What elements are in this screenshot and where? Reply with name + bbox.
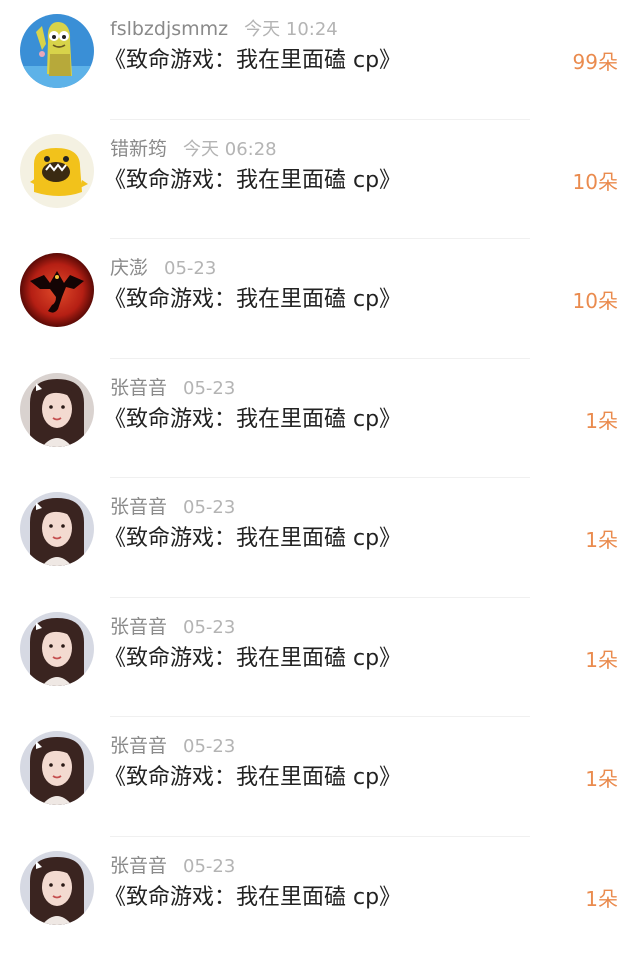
flower-count: 10朵 xyxy=(573,287,618,315)
list-item[interactable]: 张音音 05-23 《致命游戏：我在里面磕 cp》 1朵 xyxy=(0,837,640,956)
username[interactable]: 错新筠 xyxy=(110,138,167,160)
girl-photo-avatar-icon[interactable] xyxy=(20,373,94,447)
girl-photo-avatar-icon[interactable] xyxy=(20,731,94,805)
flower-count: 1朵 xyxy=(585,646,618,674)
username[interactable]: 张音音 xyxy=(110,616,167,638)
work-title[interactable]: 《致命游戏：我在里面磕 cp》 xyxy=(104,644,401,674)
work-title[interactable]: 《致命游戏：我在里面磕 cp》 xyxy=(104,405,401,435)
timestamp: 05-23 xyxy=(183,736,235,757)
item-meta: 张音音 05-23 xyxy=(110,614,235,640)
work-title[interactable]: 《致命游戏：我在里面磕 cp》 xyxy=(104,883,401,913)
timestamp: 05-23 xyxy=(183,378,235,399)
timestamp: 今天 10:24 xyxy=(244,19,338,40)
username[interactable]: 张音音 xyxy=(110,377,167,399)
flower-count: 10朵 xyxy=(573,168,618,196)
list-item[interactable]: 张音音 05-23 《致命游戏：我在里面磕 cp》 1朵 xyxy=(0,478,640,598)
username[interactable]: 张音音 xyxy=(110,496,167,518)
item-meta: fslbzdjsmmz 今天 10:24 xyxy=(110,16,338,42)
flower-count: 1朵 xyxy=(585,885,618,913)
flower-count: 1朵 xyxy=(585,407,618,435)
girl-photo-avatar-icon[interactable] xyxy=(20,612,94,686)
flower-count: 1朵 xyxy=(585,526,618,554)
timestamp: 05-23 xyxy=(164,258,216,279)
flower-count: 99朵 xyxy=(573,48,618,76)
timestamp: 05-23 xyxy=(183,856,235,877)
list-item[interactable]: 张音音 05-23 《致命游戏：我在里面磕 cp》 1朵 xyxy=(0,717,640,837)
cartoon-sponge-avatar-icon[interactable] xyxy=(20,14,94,88)
girl-photo-avatar-icon[interactable] xyxy=(20,492,94,566)
gift-record-list: fslbzdjsmmz今天 10:24 《致命游戏：我在里面磕 cp》 99朵 … xyxy=(0,0,640,956)
timestamp: 05-23 xyxy=(183,497,235,518)
flower-count: 1朵 xyxy=(585,765,618,793)
item-meta: 庆澎 05-23 xyxy=(110,255,216,281)
timestamp: 05-23 xyxy=(183,617,235,638)
list-item[interactable]: 张音音 05-23 《致命游戏：我在里面磕 cp》 1朵 xyxy=(0,359,640,479)
red-dragon-avatar-icon[interactable] xyxy=(20,253,94,327)
work-title[interactable]: 《致命游戏：我在里面磕 cp》 xyxy=(104,524,401,554)
yellow-monster-avatar-icon[interactable] xyxy=(20,134,94,208)
item-meta: 张音音 05-23 xyxy=(110,733,235,759)
list-item[interactable]: fslbzdjsmmz 今天 10:24 《致命游戏：我在里面磕 cp》 99朵 xyxy=(0,0,640,120)
item-meta: 张音音 05-23 xyxy=(110,494,235,520)
list-item[interactable]: 庆澎 05-23 《致命游戏：我在里面磕 cp》 10朵 xyxy=(0,239,640,359)
work-title[interactable]: 《致命游戏：我在里面磕 cp》 xyxy=(104,166,401,196)
item-meta: 错新筠今天 06:28 xyxy=(110,136,277,162)
username[interactable]: 张音音 xyxy=(110,855,167,877)
list-item[interactable]: 错新筠今天 06:28 《致命游戏：我在里面磕 cp》 10朵 xyxy=(0,120,640,240)
work-title[interactable]: 《致命游戏：我在里面磕 cp》 xyxy=(104,46,401,76)
work-title[interactable]: 《致命游戏：我在里面磕 cp》 xyxy=(104,763,401,793)
username[interactable]: 张音音 xyxy=(110,735,167,757)
girl-photo-avatar-icon[interactable] xyxy=(20,851,94,925)
item-meta: 张音音 05-23 xyxy=(110,375,235,401)
timestamp: 今天 06:28 xyxy=(183,139,277,160)
username[interactable]: fslbzdjsmmz xyxy=(110,18,228,40)
item-meta: 张音音 05-23 xyxy=(110,853,235,879)
list-item[interactable]: 张音音 05-23 《致命游戏：我在里面磕 cp》 1朵 xyxy=(0,598,640,718)
username[interactable]: 庆澎 xyxy=(110,257,148,279)
work-title[interactable]: 《致命游戏：我在里面磕 cp》 xyxy=(104,285,401,315)
